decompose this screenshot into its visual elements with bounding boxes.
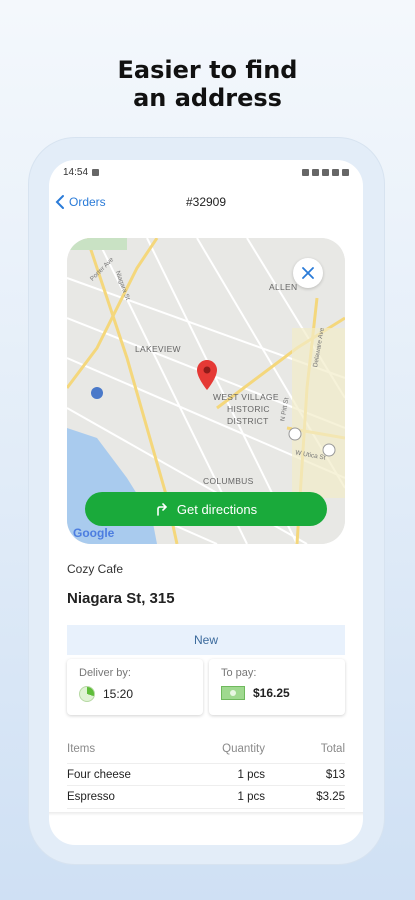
status-bar: 14:54 (49, 160, 363, 184)
get-directions-label: Get directions (176, 501, 258, 517)
battery-icon (342, 168, 349, 176)
delivery-address: Niagara St, 315 (67, 590, 175, 607)
order-details: Cozy Cafe Niagara St, 315 New Deliver by… (67, 562, 345, 809)
deliver-by-label: Deliver by: (79, 667, 131, 679)
header-items: Items (67, 743, 96, 755)
promo-headline: Easier to find an address (0, 56, 415, 112)
table-row: Four cheese 1 pcs $13 (67, 763, 345, 786)
close-map-button[interactable] (293, 258, 323, 288)
header-total: Total (320, 743, 345, 755)
map-label-district: DISTRICT (227, 416, 269, 426)
table-row: Espresso 1 pcs $3.25 (67, 786, 345, 809)
bottom-shadow (49, 812, 363, 816)
clock-pie-icon (79, 686, 95, 702)
phone-screen: 14:54 Orders #32909 Porter Ave Niagara S… (49, 160, 363, 845)
map-label-historic: HISTORIC (227, 404, 270, 414)
row-total: $13 (325, 768, 345, 781)
place-name: Cozy Cafe (67, 562, 124, 576)
map-label-west-village: WEST VILLAGE (213, 392, 279, 402)
signal-icon-2 (332, 168, 339, 176)
status-time: 14:54 (63, 166, 89, 178)
app-bar: Orders #32909 (49, 186, 363, 218)
deliver-by-time: 15:20 (103, 687, 134, 701)
mute-icon (302, 168, 309, 176)
to-pay-amount: $16.25 (253, 686, 290, 700)
row-total: $3.25 (316, 791, 345, 803)
back-label: Orders (69, 195, 106, 209)
deliver-by-card: Deliver by: 15:20 (67, 659, 203, 715)
google-logo: Google (73, 526, 115, 540)
turn-right-arrow-icon (157, 503, 168, 516)
header-quantity: Quantity (222, 743, 265, 755)
headline-line-1: Easier to find (117, 56, 298, 84)
row-item-name: Espresso (67, 791, 115, 803)
location-pin-icon (197, 360, 217, 390)
wifi-icon (312, 168, 319, 176)
status-badge: New (67, 625, 345, 655)
info-row: Deliver by: 15:20 To pay: $16.25 (67, 659, 345, 715)
row-quantity: 1 pcs (237, 768, 266, 781)
back-button[interactable]: Orders (53, 194, 106, 210)
items-table: Items Quantity Total Four cheese 1 pcs $… (67, 735, 345, 809)
chevron-left-icon (55, 195, 64, 209)
map-label-allen: ALLEN (269, 282, 298, 292)
close-icon (302, 267, 314, 279)
map-view[interactable]: Porter Ave Niagara St Delaware Ave W Uti… (67, 238, 345, 544)
to-pay-label: To pay: (221, 667, 257, 679)
to-pay-card: To pay: $16.25 (209, 659, 345, 715)
headline-line-2: an address (133, 84, 282, 112)
signal-icon (322, 168, 329, 176)
row-quantity: 1 pcs (237, 791, 266, 803)
gallery-icon (92, 168, 100, 176)
cash-icon (221, 686, 245, 700)
get-directions-button[interactable]: Get directions (85, 492, 327, 526)
table-header: Items Quantity Total (67, 735, 345, 763)
row-item-name: Four cheese (67, 768, 131, 781)
map-label-columbus: COLUMBUS (203, 476, 254, 486)
map-label-lakeview: LAKEVIEW (135, 344, 181, 354)
